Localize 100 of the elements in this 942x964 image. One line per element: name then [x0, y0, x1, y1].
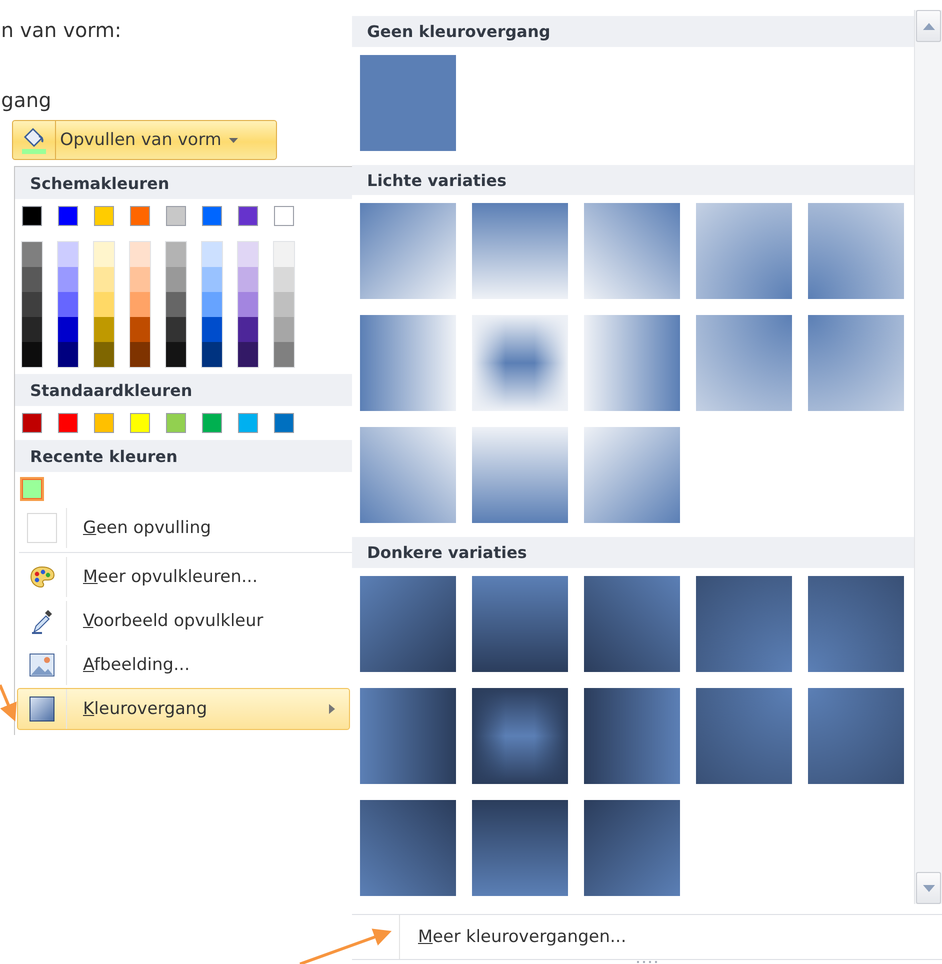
gradient-swatch[interactable]	[584, 688, 680, 784]
gradient-swatch[interactable]	[472, 688, 568, 784]
color-swatch[interactable]	[58, 292, 78, 317]
gradient-swatch[interactable]	[584, 576, 680, 672]
color-swatch[interactable]	[238, 317, 258, 342]
gradient-swatch[interactable]	[472, 576, 568, 672]
more-gradients-link[interactable]: Meer kleurovergangen...	[418, 927, 626, 947]
gradient-swatch[interactable]	[360, 427, 456, 524]
gradient-swatch[interactable]	[696, 688, 792, 784]
menu-item[interactable]: Afbeelding...	[17, 644, 350, 686]
gradient-swatch[interactable]	[808, 576, 904, 672]
gradient-swatch[interactable]	[584, 315, 680, 412]
color-swatch[interactable]	[94, 342, 114, 367]
gradient-swatch[interactable]	[360, 203, 456, 300]
color-swatch[interactable]	[202, 242, 222, 267]
color-swatch[interactable]	[166, 206, 186, 226]
color-swatch[interactable]	[94, 292, 114, 317]
color-swatch[interactable]	[274, 267, 294, 292]
color-swatch[interactable]	[166, 242, 186, 267]
color-swatch[interactable]	[58, 342, 78, 367]
color-swatch[interactable]	[202, 267, 222, 292]
gradient-swatch[interactable]	[360, 315, 456, 412]
gradient-swatch[interactable]	[584, 800, 680, 896]
gradient-swatch[interactable]	[360, 800, 456, 896]
scroll-up-button[interactable]	[916, 10, 941, 42]
color-swatch[interactable]	[58, 413, 78, 433]
color-swatch[interactable]	[166, 413, 186, 433]
section-heading: Standaardkleuren	[15, 374, 352, 406]
color-swatch[interactable]	[238, 292, 258, 317]
color-swatch[interactable]	[202, 342, 222, 367]
section-heading: Geen kleurovergang	[352, 16, 914, 47]
color-swatch[interactable]	[202, 206, 222, 226]
shape-fill-button[interactable]: Opvullen van vorm	[12, 120, 277, 160]
color-swatch[interactable]	[166, 292, 186, 317]
color-swatch[interactable]	[58, 267, 78, 292]
eyedropper-icon	[30, 608, 54, 634]
color-swatch[interactable]	[202, 317, 222, 342]
color-swatch[interactable]	[130, 317, 150, 342]
menu-item[interactable]: Voorbeeld opvulkleur	[17, 600, 350, 642]
scrollbar[interactable]	[914, 10, 942, 904]
color-swatch[interactable]	[274, 413, 294, 433]
color-swatch[interactable]	[130, 292, 150, 317]
color-swatch[interactable]	[22, 292, 42, 317]
color-swatch[interactable]	[130, 342, 150, 367]
color-swatch[interactable]	[202, 413, 222, 433]
color-swatch[interactable]	[94, 413, 114, 433]
gradient-swatch[interactable]	[360, 576, 456, 672]
color-swatch[interactable]	[238, 242, 258, 267]
color-swatch[interactable]	[22, 342, 42, 367]
color-swatch[interactable]	[22, 267, 42, 292]
color-swatch[interactable]	[58, 317, 78, 342]
color-swatch[interactable]	[58, 206, 78, 226]
color-swatch[interactable]	[274, 206, 294, 226]
color-swatch[interactable]	[274, 242, 294, 267]
color-swatch[interactable]	[22, 413, 42, 433]
section-heading: Recente kleuren	[15, 440, 352, 472]
scroll-down-button[interactable]	[916, 872, 941, 904]
color-swatch[interactable]	[130, 413, 150, 433]
gradient-swatch[interactable]	[808, 203, 904, 300]
color-swatch[interactable]	[22, 242, 42, 267]
color-swatch[interactable]	[274, 342, 294, 367]
color-swatch[interactable]	[94, 267, 114, 292]
gradient-swatch[interactable]	[696, 315, 792, 412]
color-swatch[interactable]	[130, 242, 150, 267]
color-swatch[interactable]	[166, 317, 186, 342]
gradient-swatch[interactable]	[472, 315, 568, 412]
gradient-swatch[interactable]	[472, 800, 568, 896]
gradient-swatch[interactable]	[360, 54, 456, 151]
empty-swatch-icon	[27, 513, 57, 543]
gradient-swatch[interactable]	[808, 315, 904, 412]
gradient-swatch[interactable]	[360, 688, 456, 784]
menu-item[interactable]: Kleurovergang	[17, 688, 350, 730]
color-swatch[interactable]	[130, 267, 150, 292]
color-swatch[interactable]	[238, 413, 258, 433]
color-swatch[interactable]	[274, 317, 294, 342]
color-swatch[interactable]	[166, 342, 186, 367]
gradient-swatch[interactable]	[472, 203, 568, 300]
color-swatch[interactable]	[22, 206, 42, 226]
color-swatch[interactable]	[94, 242, 114, 267]
color-swatch[interactable]	[94, 206, 114, 226]
color-swatch[interactable]	[130, 206, 150, 226]
color-swatch[interactable]	[94, 317, 114, 342]
color-swatch[interactable]	[22, 479, 42, 499]
color-swatch[interactable]	[22, 317, 42, 342]
color-swatch[interactable]	[238, 267, 258, 292]
gradient-swatch[interactable]	[696, 203, 792, 300]
menu-item[interactable]: Geen opvulling	[17, 507, 350, 549]
color-swatch[interactable]	[202, 292, 222, 317]
color-swatch[interactable]	[166, 267, 186, 292]
gradient-swatch[interactable]	[808, 688, 904, 784]
color-swatch[interactable]	[238, 342, 258, 367]
color-swatch[interactable]	[274, 292, 294, 317]
gradient-swatch[interactable]	[472, 427, 568, 524]
gradient-swatch[interactable]	[584, 427, 680, 524]
resize-grip-icon[interactable]	[637, 960, 657, 964]
color-swatch[interactable]	[58, 242, 78, 267]
gradient-swatch[interactable]	[696, 576, 792, 672]
gradient-swatch[interactable]	[584, 203, 680, 300]
color-swatch[interactable]	[238, 206, 258, 226]
menu-item[interactable]: Meer opvulkleuren...	[17, 556, 350, 598]
